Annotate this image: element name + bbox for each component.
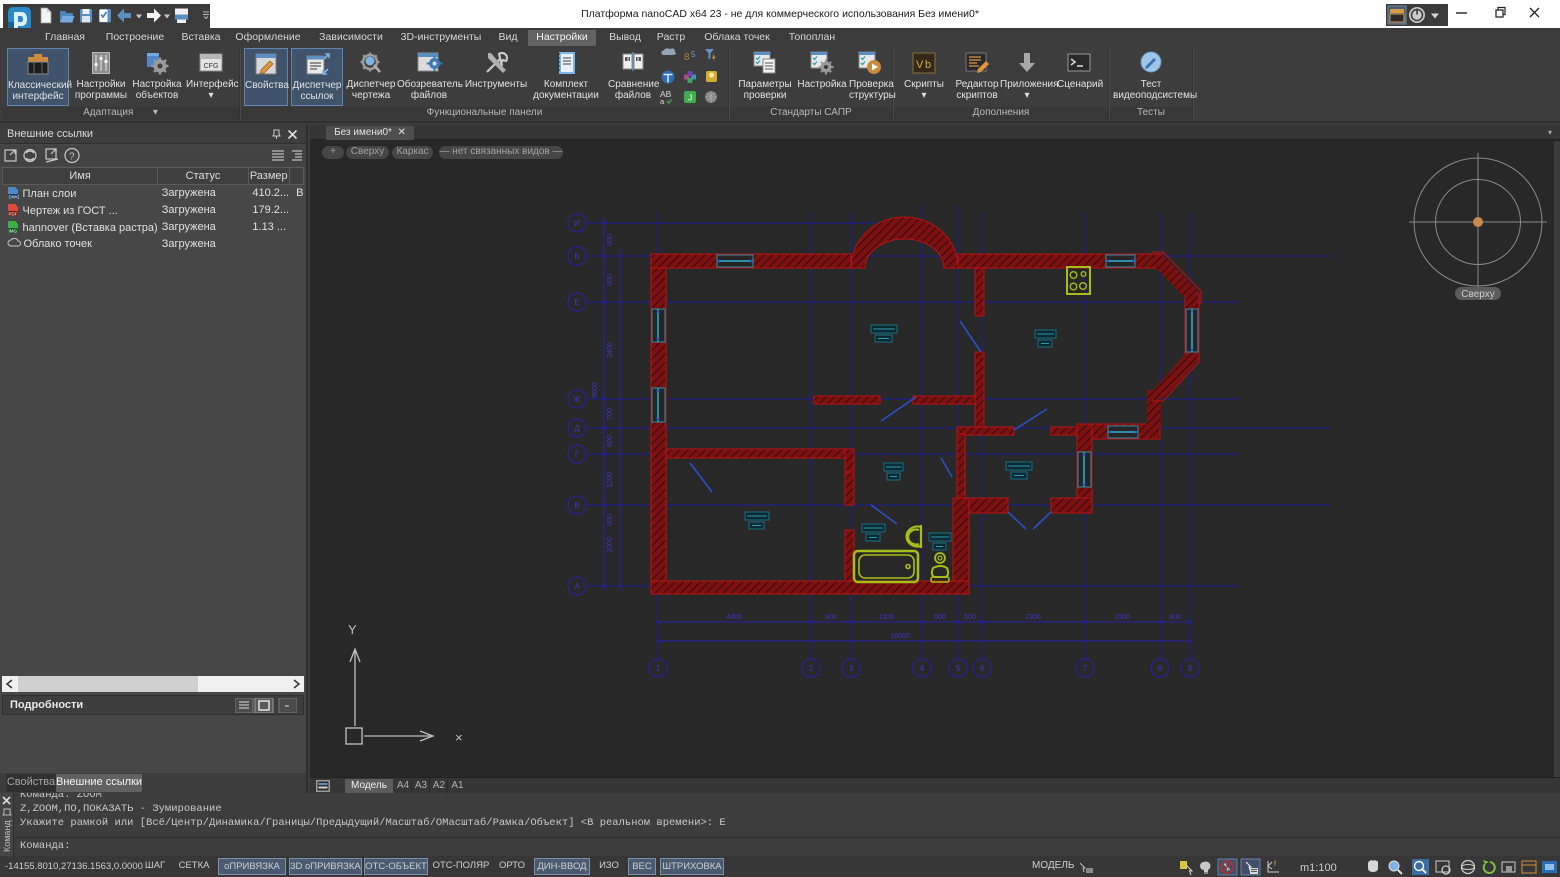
svg-text:Г: Г: [575, 450, 580, 459]
svg-text:А: А: [574, 582, 580, 591]
svg-text:2000: 2000: [607, 537, 614, 553]
svg-text:700: 700: [607, 408, 614, 420]
svg-text:600: 600: [934, 614, 946, 621]
svg-text:f: f: [1274, 861, 1276, 868]
svg-text:Е: Е: [574, 298, 579, 307]
svg-text:8: 8: [684, 52, 690, 63]
svg-text:m1:100: m1:100: [1300, 862, 1337, 874]
svg-text:1: 1: [656, 664, 661, 673]
svg-text:900: 900: [825, 614, 837, 621]
svg-text:900: 900: [607, 514, 614, 526]
svg-text:7: 7: [1083, 664, 1088, 673]
svg-text:IMG: IMG: [8, 229, 17, 234]
svg-text:500: 500: [964, 614, 976, 621]
svg-text:Y: Y: [348, 622, 357, 637]
svg-text:16000: 16000: [890, 633, 910, 640]
svg-text:9600: 9600: [592, 382, 599, 398]
svg-text:2300: 2300: [1025, 614, 1041, 621]
svg-text:V: V: [916, 59, 924, 71]
svg-text:9: 9: [1188, 664, 1193, 673]
svg-text:Ж: Ж: [573, 395, 581, 404]
svg-text:PDF: PDF: [8, 212, 17, 217]
svg-text:1200: 1200: [607, 472, 614, 488]
svg-text:Б: Б: [574, 252, 579, 261]
svg-text:900: 900: [607, 234, 614, 246]
svg-text:?: ?: [69, 152, 75, 163]
svg-text:3: 3: [849, 664, 854, 673]
svg-text:800: 800: [1169, 614, 1181, 621]
svg-text:2: 2: [809, 664, 814, 673]
svg-text:J: J: [688, 93, 692, 103]
svg-text:5: 5: [956, 664, 961, 673]
svg-text:×: ×: [455, 730, 463, 745]
svg-text:1500: 1500: [1114, 614, 1130, 621]
svg-text:2400: 2400: [607, 342, 614, 358]
svg-text:600: 600: [607, 435, 614, 447]
svg-text:И: И: [574, 219, 580, 228]
svg-text:Сверху: Сверху: [1461, 289, 1494, 300]
svg-text:Д: Д: [574, 424, 580, 433]
svg-text:900: 900: [607, 274, 614, 286]
svg-text:b: b: [925, 59, 931, 71]
svg-text:4: 4: [920, 664, 925, 673]
svg-text:CFG: CFG: [204, 63, 219, 70]
svg-text:4400: 4400: [726, 614, 742, 621]
svg-text:5: 5: [691, 50, 696, 59]
svg-text:6: 6: [980, 664, 985, 673]
svg-text:В: В: [574, 501, 579, 510]
svg-text:DWG: DWG: [8, 195, 19, 200]
svg-text:8: 8: [1158, 664, 1163, 673]
svg-text:1200: 1200: [878, 614, 894, 621]
